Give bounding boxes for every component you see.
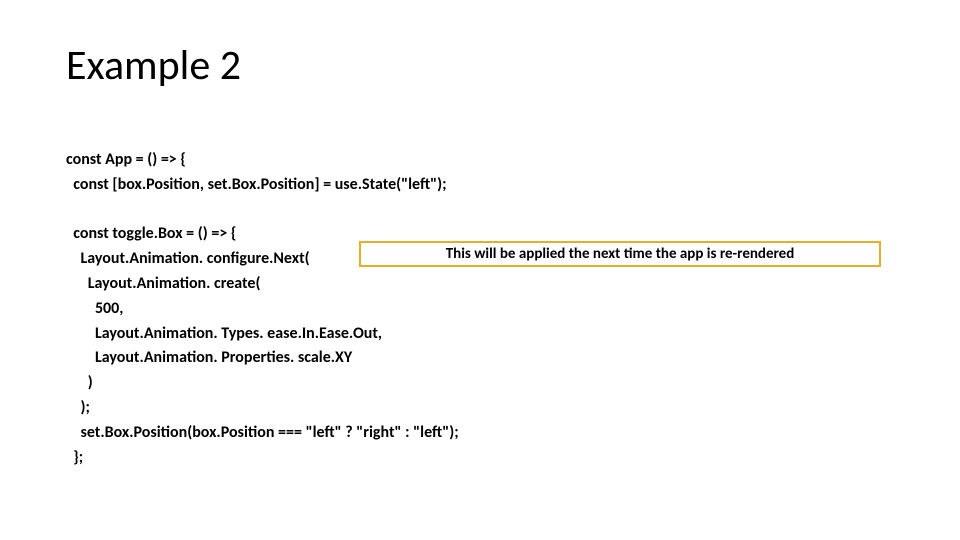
code-line: }; [66, 448, 83, 467]
code-line: 500, [66, 299, 123, 318]
code-line: Layout.Animation. Properties. scale.XY [66, 348, 352, 367]
code-line: Layout.Animation. Types. ease.In.Ease.Ou… [66, 324, 382, 343]
code-line: ); [66, 398, 90, 417]
annotation-text: This will be applied the next time the a… [446, 245, 795, 263]
code-block: const App = () => { const [box.Position,… [66, 148, 896, 470]
code-line: Layout.Animation. configure.Next( [66, 249, 310, 268]
code-line: Layout.Animation. create( [66, 274, 260, 293]
code-line: const [box.Position, set.Box.Position] =… [66, 175, 447, 194]
slide-title: Example 2 [66, 40, 241, 91]
code-line: const App = () => { [66, 150, 186, 169]
code-line: ) [66, 373, 93, 392]
annotation-box: This will be applied the next time the a… [359, 241, 881, 267]
slide: Example 2 const App = () => { const [box… [0, 0, 960, 540]
code-line: const toggle.Box = () => { [66, 224, 236, 243]
code-line: set.Box.Position(box.Position === "left"… [66, 423, 459, 442]
